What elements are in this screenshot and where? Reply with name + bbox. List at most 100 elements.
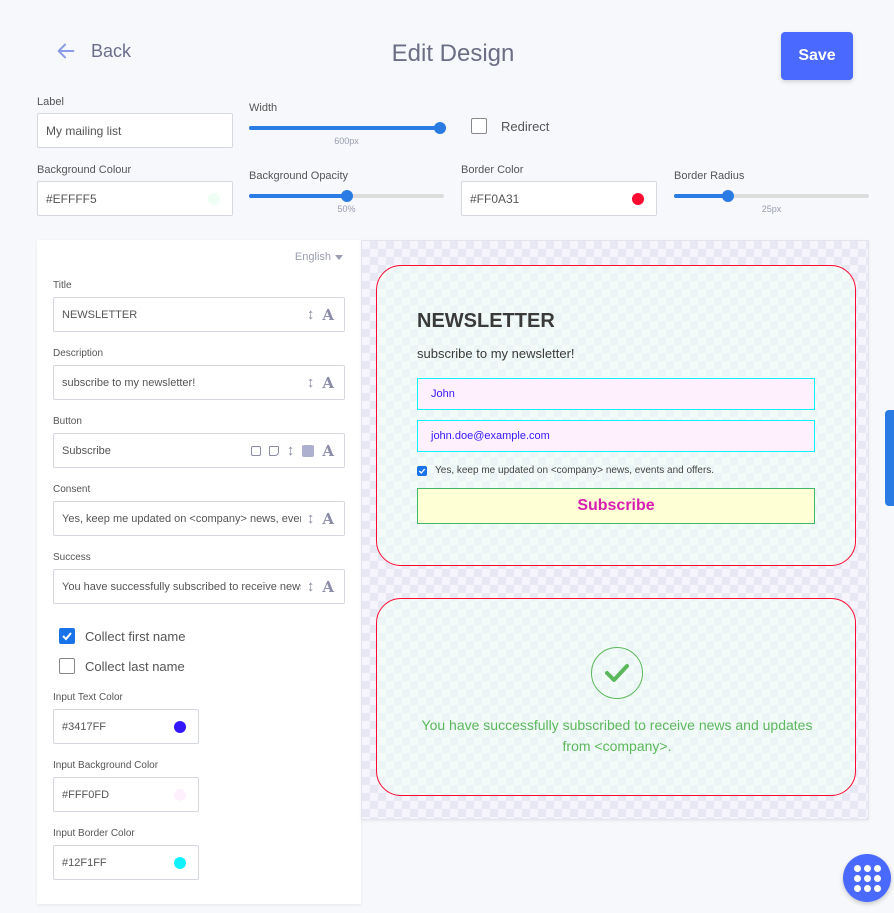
caret-down-icon (335, 254, 343, 260)
label-input-value: My mailing list (46, 123, 122, 138)
input-border-color-label: Input Border Color (53, 828, 135, 839)
first-name-input[interactable]: John (417, 378, 815, 410)
success-message-preview: You have successfully subscribed to rece… (376, 598, 856, 796)
border-rounded-icon[interactable] (268, 445, 279, 456)
side-tab[interactable] (885, 410, 894, 506)
consent-option[interactable]: Yes, keep me updated on <company> news, … (417, 465, 714, 476)
check-icon (418, 468, 426, 474)
label-field-label: Label (37, 96, 64, 108)
background-colour-swatch[interactable] (208, 193, 220, 205)
text-color-icon[interactable]: A (322, 510, 334, 528)
background-colour-input[interactable]: #EFFFF5 (37, 181, 233, 216)
input-background-color-input[interactable]: #FFF0FD (53, 777, 199, 812)
background-colour-value: #EFFFF5 (46, 191, 97, 206)
background-opacity-label: Background Opacity (249, 170, 349, 182)
border-color-value: #FF0A31 (470, 191, 520, 206)
grid-icon (853, 864, 881, 892)
label-input[interactable]: My mailing list (37, 113, 233, 148)
font-size-icon[interactable]: ↕ (287, 442, 295, 459)
font-size-icon[interactable]: ↕ (307, 374, 315, 391)
button-input[interactable]: Subscribe ↕ A (53, 433, 345, 468)
slider-fill (249, 194, 347, 198)
success-check-icon (591, 647, 643, 699)
border-radius-label: Border Radius (674, 170, 745, 182)
border-color-swatch[interactable] (632, 193, 644, 205)
background-opacity-slider[interactable] (249, 186, 444, 206)
slider-thumb[interactable] (434, 122, 447, 134)
redirect-checkbox[interactable] (471, 118, 487, 134)
button-label: Button (53, 416, 82, 427)
width-value: 600px (334, 136, 359, 146)
consent-label: Consent (53, 484, 91, 495)
description-input[interactable]: subscribe to my newsletter! ↕ A (53, 365, 345, 400)
button-input-value: Subscribe (62, 444, 111, 457)
text-color-icon[interactable]: A (322, 578, 334, 596)
success-input-value: You have successfully subscribed to rece… (62, 580, 301, 593)
email-input[interactable]: john.doe@example.com (417, 420, 815, 452)
input-text-color-label: Input Text Color (53, 692, 123, 703)
email-value: john.doe@example.com (431, 430, 550, 442)
text-color-icon[interactable]: A (322, 442, 334, 460)
collect-first-name-label: Collect first name (85, 628, 186, 644)
consent-input[interactable]: Yes, keep me updated on <company> news, … (53, 501, 345, 536)
input-text-color-value: #3417FF (62, 720, 107, 733)
settings-panel: English Title NEWSLETTER ↕ A Description… (37, 240, 361, 904)
first-name-value: John (431, 388, 455, 400)
border-square-icon[interactable] (250, 445, 261, 456)
consent-input-value: Yes, keep me updated on <company> news, … (62, 512, 301, 525)
input-text-color-input[interactable]: #3417FF (53, 709, 199, 744)
input-border-color-value: #12F1FF (62, 856, 107, 869)
description-input-value: subscribe to my newsletter! (62, 376, 196, 389)
language-value: English (294, 251, 331, 263)
consent-checkbox[interactable] (417, 465, 427, 476)
slider-fill (249, 126, 441, 130)
collect-last-name-label: Collect last name (85, 658, 185, 674)
title-input-value: NEWSLETTER (62, 308, 138, 321)
input-background-color-value: #FFF0FD (62, 788, 110, 801)
background-fill-icon[interactable] (302, 444, 315, 457)
collect-first-name-checkbox[interactable] (59, 628, 75, 644)
newsletter-form-preview: NEWSLETTER subscribe to my newsletter! J… (376, 265, 856, 566)
background-colour-label: Background Colour (37, 164, 132, 176)
preview-area: NEWSLETTER subscribe to my newsletter! J… (361, 240, 869, 820)
width-slider[interactable] (249, 118, 447, 138)
consent-text: Yes, keep me updated on <company> news, … (435, 465, 715, 476)
input-background-color-swatch[interactable] (174, 789, 186, 801)
success-label: Success (53, 552, 91, 563)
newsletter-description: subscribe to my newsletter! (417, 346, 575, 361)
language-select[interactable]: English (295, 251, 343, 263)
collect-last-name-checkbox[interactable] (59, 658, 75, 674)
border-color-input[interactable]: #FF0A31 (461, 181, 657, 216)
collect-first-name-option[interactable]: Collect first name (59, 628, 185, 644)
subscribe-button[interactable]: Subscribe (417, 488, 815, 524)
font-size-icon[interactable]: ↕ (307, 510, 315, 527)
redirect-label: Redirect (501, 118, 550, 134)
slider-fill (674, 194, 729, 198)
input-text-color-swatch[interactable] (174, 721, 186, 733)
redirect-option[interactable]: Redirect (471, 118, 549, 134)
text-color-icon[interactable]: A (322, 374, 334, 392)
font-size-icon[interactable]: ↕ (307, 306, 315, 323)
apps-menu-button[interactable] (843, 854, 891, 902)
slider-thumb[interactable] (340, 190, 353, 202)
description-label: Description (53, 348, 104, 359)
slider-thumb[interactable] (722, 190, 735, 202)
check-icon (62, 632, 72, 641)
title-input[interactable]: NEWSLETTER ↕ A (53, 297, 345, 332)
input-border-color-swatch[interactable] (174, 857, 186, 869)
border-radius-value: 25px (761, 204, 782, 214)
background-opacity-value: 50% (337, 204, 356, 214)
newsletter-title: NEWSLETTER (417, 310, 555, 332)
font-size-icon[interactable]: ↕ (307, 578, 315, 595)
width-label: Width (249, 102, 278, 114)
success-input[interactable]: You have successfully subscribed to rece… (53, 569, 345, 604)
input-border-color-input[interactable]: #12F1FF (53, 845, 199, 880)
success-message: You have successfully subscribed to rece… (421, 717, 813, 754)
input-background-color-label: Input Background Color (53, 760, 159, 771)
save-button[interactable]: Save (781, 32, 853, 80)
border-radius-slider[interactable] (674, 186, 869, 206)
title-label: Title (53, 280, 72, 291)
page-title: Edit Design (391, 40, 515, 67)
text-color-icon[interactable]: A (322, 306, 334, 324)
collect-last-name-option[interactable]: Collect last name (59, 658, 185, 674)
